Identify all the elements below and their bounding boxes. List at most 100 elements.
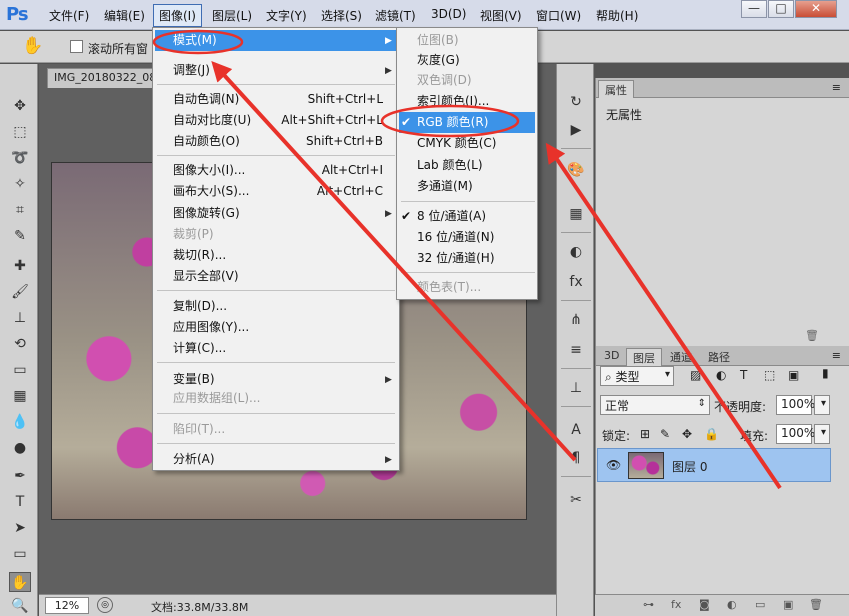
delete-layer-icon[interactable]: 🗑 bbox=[809, 598, 823, 611]
tab-layers[interactable]: 图层 bbox=[626, 348, 662, 366]
mode-rgb-color[interactable]: RGB 颜色(R) bbox=[417, 112, 488, 133]
mode-8-bit[interactable]: 8 位/通道(A) bbox=[417, 206, 486, 227]
color-panel-icon[interactable]: 🎨 bbox=[566, 160, 586, 180]
menu-item-apply-image[interactable]: 应用图像(Y)... bbox=[173, 317, 249, 338]
history-brush-tool-icon[interactable]: ⟲ bbox=[9, 334, 31, 354]
filter-adjustment-icon[interactable]: ◐ bbox=[716, 368, 726, 382]
layer-filter-select[interactable]: ⌕ 类型▾ bbox=[600, 366, 674, 386]
filter-pixel-icon[interactable]: ▨ bbox=[690, 368, 701, 382]
add-mask-icon[interactable]: ◙ bbox=[699, 598, 710, 611]
menu-image[interactable]: 图像(I) bbox=[153, 4, 202, 27]
trash-icon[interactable]: 🗑 bbox=[805, 329, 819, 342]
layer-name[interactable]: 图层 0 bbox=[672, 458, 707, 475]
tab-3d[interactable]: 3D bbox=[598, 348, 625, 366]
visibility-eye-icon[interactable]: 👁 bbox=[606, 458, 621, 472]
menu-item-mode[interactable]: 模式(M) bbox=[173, 30, 217, 51]
tab-paths[interactable]: 路径 bbox=[702, 348, 736, 366]
clone-source-panel-icon[interactable]: ⊥ bbox=[566, 378, 586, 398]
lasso-tool-icon[interactable]: ➰ bbox=[9, 148, 31, 168]
menu-item-trim[interactable]: 裁切(R)... bbox=[173, 245, 226, 266]
dodge-tool-icon[interactable]: ● bbox=[9, 438, 31, 458]
marquee-tool-icon[interactable]: ⬚ bbox=[9, 122, 31, 142]
link-layers-icon[interactable]: ⊶ bbox=[643, 598, 654, 611]
status-menu-icon[interactable]: ◎ bbox=[97, 597, 113, 613]
menu-3d[interactable]: 3D(D) bbox=[431, 7, 466, 21]
stamp-tool-icon[interactable]: ⊥ bbox=[9, 308, 31, 328]
mode-grayscale[interactable]: 灰度(G) bbox=[417, 50, 460, 71]
path-selection-tool-icon[interactable]: ➤ bbox=[9, 518, 31, 538]
filter-shape-icon[interactable]: ⬚ bbox=[764, 368, 775, 382]
healing-brush-tool-icon[interactable]: ✚ bbox=[9, 256, 31, 276]
menu-item-image-rotation[interactable]: 图像旋转(G) bbox=[173, 203, 240, 224]
brush-presets-panel-icon[interactable]: ⋔ bbox=[566, 310, 586, 330]
lock-paint-icon[interactable]: ✎ bbox=[660, 427, 670, 441]
hand-tool-icon[interactable]: ✋ bbox=[22, 36, 43, 56]
layer-style-icon[interactable]: fx bbox=[671, 598, 681, 611]
layer-row[interactable]: 👁 图层 0 bbox=[597, 448, 831, 482]
mode-16-bit[interactable]: 16 位/通道(N) bbox=[417, 227, 494, 248]
mode-32-bit[interactable]: 32 位/通道(H) bbox=[417, 248, 495, 269]
mode-indexed-color[interactable]: 索引颜色(I)... bbox=[417, 91, 489, 112]
menu-item-auto-contrast[interactable]: 自动对比度(U)Alt+Shift+Ctrl+L bbox=[173, 110, 383, 131]
adjustments-panel-icon[interactable]: ◐ bbox=[566, 242, 586, 262]
brush-panel-icon[interactable]: ≡ bbox=[566, 340, 586, 360]
eraser-tool-icon[interactable]: ▭ bbox=[9, 360, 31, 380]
swatches-panel-icon[interactable]: ▦ bbox=[566, 204, 586, 224]
mode-cmyk-color[interactable]: CMYK 颜色(C) bbox=[417, 133, 497, 154]
menu-help[interactable]: 帮助(H) bbox=[596, 7, 638, 24]
maximize-button[interactable]: □ bbox=[768, 0, 794, 18]
mode-lab-color[interactable]: Lab 颜色(L) bbox=[417, 155, 483, 176]
menu-item-reveal-all[interactable]: 显示全部(V) bbox=[173, 266, 239, 287]
lock-all-icon[interactable]: 🔒 bbox=[704, 427, 719, 441]
character-panel-icon[interactable]: A bbox=[566, 420, 586, 440]
menu-item-auto-tone[interactable]: 自动色调(N)Shift+Ctrl+L bbox=[173, 89, 383, 110]
blur-tool-icon[interactable]: 💧 bbox=[9, 412, 31, 432]
menu-item-analysis[interactable]: 分析(A) bbox=[173, 449, 215, 470]
menu-item-canvas-size[interactable]: 画布大小(S)...Alt+Ctrl+C bbox=[173, 181, 383, 202]
opacity-field[interactable]: 100% bbox=[776, 395, 812, 415]
menu-item-variables[interactable]: 变量(B) bbox=[173, 369, 215, 390]
menu-item-image-size[interactable]: 图像大小(I)...Alt+Ctrl+I bbox=[173, 160, 383, 181]
menu-window[interactable]: 窗口(W) bbox=[536, 7, 581, 24]
menu-item-calculations[interactable]: 计算(C)... bbox=[173, 338, 226, 359]
scroll-all-checkbox[interactable] bbox=[70, 40, 83, 53]
hand-tool-button-icon[interactable]: ✋ bbox=[9, 572, 31, 592]
tab-channels[interactable]: 通道 bbox=[664, 348, 698, 366]
shape-tool-icon[interactable]: ▭ bbox=[9, 544, 31, 564]
fill-field[interactable]: 100% bbox=[776, 424, 812, 444]
tab-properties[interactable]: 属性 bbox=[598, 80, 634, 98]
menu-edit[interactable]: 编辑(E) bbox=[104, 7, 145, 24]
fill-dropdown[interactable]: ▾ bbox=[814, 424, 830, 444]
new-adjustment-icon[interactable]: ◐ bbox=[727, 598, 737, 611]
new-layer-icon[interactable]: ▣ bbox=[783, 598, 793, 611]
move-tool-icon[interactable]: ✥ bbox=[9, 96, 31, 116]
filter-smart-object-icon[interactable]: ▣ bbox=[788, 368, 799, 382]
menu-select[interactable]: 选择(S) bbox=[321, 7, 362, 24]
menu-layer[interactable]: 图层(L) bbox=[212, 7, 252, 24]
blend-mode-select[interactable]: 正常⇕ bbox=[600, 395, 710, 415]
mode-multichannel[interactable]: 多通道(M) bbox=[417, 176, 473, 197]
magic-wand-tool-icon[interactable]: ✧ bbox=[9, 174, 31, 194]
menu-filter[interactable]: 滤镜(T) bbox=[375, 7, 416, 24]
menu-item-auto-color[interactable]: 自动颜色(O)Shift+Ctrl+B bbox=[173, 131, 383, 152]
paragraph-panel-icon[interactable]: ¶ bbox=[566, 448, 586, 468]
panel-menu-icon[interactable]: ≡ bbox=[832, 81, 841, 94]
pen-tool-icon[interactable]: ✒ bbox=[9, 466, 31, 486]
type-tool-icon[interactable]: T bbox=[9, 492, 31, 512]
zoom-field[interactable]: 12% bbox=[45, 597, 89, 614]
new-group-icon[interactable]: ▭ bbox=[755, 598, 765, 611]
lock-transparent-icon[interactable]: ⊞ bbox=[640, 427, 650, 441]
filter-type-icon[interactable]: T bbox=[740, 368, 747, 382]
menu-file[interactable]: 文件(F) bbox=[49, 7, 89, 24]
zoom-tool-icon[interactable]: 🔍 bbox=[9, 596, 31, 616]
layers-menu-icon[interactable]: ≡ bbox=[832, 349, 841, 362]
gradient-tool-icon[interactable]: ▦ bbox=[9, 386, 31, 406]
menu-item-adjustments[interactable]: 调整(J) bbox=[173, 60, 210, 81]
brush-tool-icon[interactable]: 🖌 bbox=[9, 282, 31, 302]
history-panel-icon[interactable]: ↻ bbox=[566, 92, 586, 112]
tool-presets-panel-icon[interactable]: ✂ bbox=[566, 490, 586, 510]
lock-position-icon[interactable]: ✥ bbox=[682, 427, 692, 441]
menu-item-duplicate[interactable]: 复制(D)... bbox=[173, 296, 227, 317]
filter-toggle-icon[interactable]: ▮ bbox=[822, 366, 829, 380]
styles-panel-icon[interactable]: fx bbox=[566, 272, 586, 292]
